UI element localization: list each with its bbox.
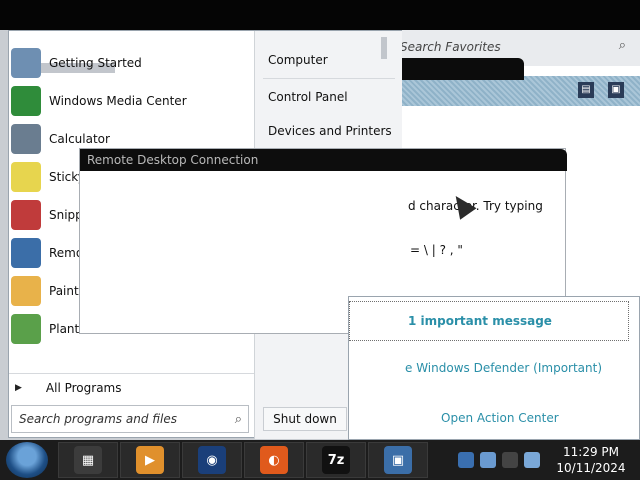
open-action-center-link[interactable]: Open Action Center: [441, 411, 559, 425]
windows-media-center-icon: [11, 86, 41, 116]
top-black-bar: [0, 0, 640, 30]
display-icon[interactable]: [502, 452, 518, 468]
taskbar-clock[interactable]: 11:29 PM 10/11/2024: [556, 444, 626, 476]
system-tray: [458, 444, 540, 476]
devices-and-printers-item[interactable]: Devices and Printers: [255, 116, 403, 146]
toolbar-icon[interactable]: ▣: [608, 82, 624, 98]
clock-date: 10/11/2024: [556, 461, 626, 475]
divider: [263, 78, 395, 79]
taskbar-media-player-button[interactable]: ▶: [120, 442, 180, 478]
remote-desktop-icon: [11, 238, 41, 268]
program-label: Windows Media Center: [49, 94, 187, 108]
all-programs-label: All Programs: [45, 380, 122, 395]
taskbar-remote-desktop-button[interactable]: ▣: [368, 442, 428, 478]
program-label: Paint: [49, 284, 79, 298]
volume-icon[interactable]: [524, 452, 540, 468]
important-message-label: 1 important message: [408, 314, 552, 328]
taskbar-7zip-button[interactable]: 7z: [306, 442, 366, 478]
all-programs-item[interactable]: ▶ All Programs: [9, 373, 254, 401]
search-icon[interactable]: ⌕: [235, 412, 242, 427]
program-label: Getting Started: [49, 56, 142, 70]
start-search-placeholder: Search programs and files: [19, 412, 177, 426]
plants-icon: [11, 314, 41, 344]
taskbar-media-player-icon: ▶: [136, 446, 164, 474]
start-search-input[interactable]: Search programs and files ⌕: [11, 405, 249, 433]
network-icon[interactable]: [458, 452, 474, 468]
shutdown-button[interactable]: Shut down: [263, 407, 347, 431]
taskbar-7zip-icon: 7z: [322, 446, 350, 474]
toolbar-icon[interactable]: ▤: [578, 82, 594, 98]
search-icon[interactable]: ⌕: [619, 38, 626, 53]
computer-item[interactable]: Computer: [255, 45, 403, 75]
calculator-icon: [11, 124, 41, 154]
taskbar-globe-button[interactable]: ◉: [182, 442, 242, 478]
action-center-popup: 1 important message e Windows Defender (…: [348, 296, 640, 440]
taskbar-firefox-button[interactable]: ◐: [244, 442, 304, 478]
rdc-char-text: = \ | ? , ": [410, 243, 463, 257]
taskbar: ▦ ▶ ◉ ◐ 7z ▣ 11:29 PM 10/11/2024: [0, 440, 640, 480]
triangle-right-icon: ▶: [15, 382, 22, 393]
dark-window-edge: [402, 58, 524, 80]
program-item[interactable]: Getting Started: [9, 45, 254, 81]
start-button[interactable]: [6, 442, 48, 478]
action-center-icon[interactable]: [480, 452, 496, 468]
important-message-row[interactable]: 1 important message: [349, 301, 629, 341]
clock-time: 11:29 PM: [563, 445, 619, 459]
remote-desktop-title[interactable]: Remote Desktop Connection: [80, 149, 567, 171]
taskbar-globe-icon: ◉: [198, 446, 226, 474]
paint-icon: [11, 276, 41, 306]
taskbar-media-app-icon: ▦: [74, 446, 102, 474]
program-label: Calculator: [49, 132, 110, 146]
snipping-tool-icon: [11, 200, 41, 230]
search-favorites-placeholder[interactable]: Search Favorites: [400, 40, 501, 54]
taskbar-remote-desktop-icon: ▣: [384, 446, 412, 474]
taskbar-media-app-button[interactable]: ▦: [58, 442, 118, 478]
program-item[interactable]: Windows Media Center: [9, 83, 254, 119]
windows-defender-item[interactable]: e Windows Defender (Important): [405, 361, 602, 375]
getting-started-icon: [11, 48, 41, 78]
taskbar-firefox-icon: ◐: [260, 446, 288, 474]
control-panel-item[interactable]: Control Panel: [255, 82, 403, 112]
sticky-notes-icon: [11, 162, 41, 192]
